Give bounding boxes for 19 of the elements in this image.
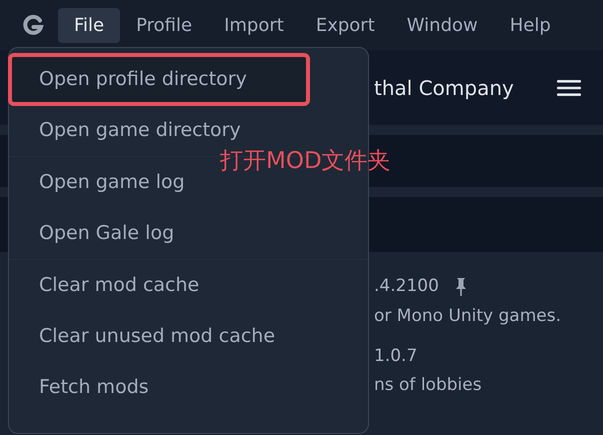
mod-version: .4.2100 xyxy=(374,275,439,298)
menu-item[interactable]: Profile xyxy=(120,8,208,42)
menu-item[interactable]: Help xyxy=(494,8,567,42)
menu-option[interactable]: Open profile directory xyxy=(9,54,309,105)
game-title: thal Company xyxy=(374,74,514,102)
annotation-text: 打开MOD文件夹 xyxy=(220,147,391,176)
menu-item[interactable]: File xyxy=(58,8,120,42)
menu-icon[interactable] xyxy=(557,78,581,96)
mod-version: 1.0.7 xyxy=(374,344,418,368)
logo-icon xyxy=(22,14,44,36)
menu-option[interactable]: Open Gale log xyxy=(9,208,368,259)
menu-item[interactable]: Window xyxy=(390,8,494,42)
mod-description: ns of lobbies xyxy=(374,374,483,398)
menu-option[interactable]: Clear mod cache xyxy=(9,260,368,311)
menu-option[interactable]: Clear unused mod cache xyxy=(9,311,368,362)
mod-description: or Mono Unity games. xyxy=(374,304,562,328)
menu-option[interactable]: Fetch mods xyxy=(9,362,368,413)
menu-item[interactable]: Import xyxy=(208,8,300,42)
menu-item[interactable]: Export xyxy=(300,8,391,42)
